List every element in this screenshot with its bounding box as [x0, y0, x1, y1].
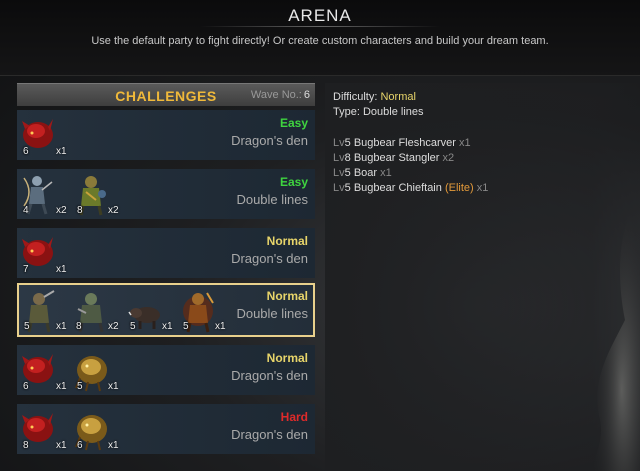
unit-count: x2	[56, 205, 67, 216]
type-key: Type:	[333, 106, 360, 118]
unit-count: x1	[162, 321, 173, 332]
unit-level: 5	[130, 321, 136, 332]
unit-level: 6	[23, 146, 29, 157]
enemy-list: Lv5 Bugbear Fleshcarver x1 Lv8 Bugbear S…	[333, 136, 488, 196]
challenge-info: Difficulty: Normal Type: Double lines	[333, 90, 424, 120]
challenge-row[interactable]: 4 x2 8 x2 Easy Double lines	[17, 169, 315, 219]
unit-level: 6	[23, 381, 29, 392]
challenge-row-selected[interactable]: 5 x1 8 x2 5 x1 5 x1 Normal Double lines	[17, 283, 315, 337]
mode-label: Dragon's den	[231, 133, 308, 148]
unit-level: 5	[183, 321, 189, 332]
enemy-entry: Lv5 Bugbear Fleshcarver x1	[333, 136, 488, 151]
difficulty-label: Easy	[279, 175, 308, 189]
page-title: ARENA	[288, 6, 352, 25]
mode-label: Dragon's den	[231, 251, 308, 266]
wave-label: Wave No.:	[250, 89, 302, 101]
difficulty-label: Normal	[266, 351, 308, 365]
difficulty-label: Normal	[266, 234, 308, 248]
mode-label: Dragon's den	[231, 368, 308, 383]
unit-count: x1	[56, 440, 67, 451]
challenge-row[interactable]: 6 x1 5 x1 Normal Dragon's den	[17, 345, 315, 395]
unit-count: x1	[56, 146, 67, 157]
enemy-lv-prefix: Lv	[333, 167, 345, 179]
enemy-name: Bugbear Chieftain	[353, 182, 442, 194]
challenge-details-panel: Difficulty: Normal Type: Double lines Lv…	[325, 83, 640, 471]
enemy-lv-prefix: Lv	[333, 152, 345, 164]
difficulty-value: Normal	[380, 91, 416, 103]
enemy-lv-prefix: Lv	[333, 182, 345, 194]
unit-count: x1	[108, 381, 119, 392]
enemy-level: 5	[344, 137, 351, 149]
unit-level: 8	[77, 205, 83, 216]
difficulty-label: Normal	[266, 289, 308, 303]
unit-count: x2	[108, 205, 119, 216]
difficulty-label: Easy	[279, 116, 308, 130]
difficulty-label: Hard	[280, 410, 308, 424]
enemy-entry: Lv5 Boar x1	[333, 166, 488, 181]
unit-level: 5	[77, 381, 83, 392]
unit-level: 5	[24, 321, 30, 332]
wave-number: 6	[303, 89, 310, 101]
unit-count: x1	[56, 321, 67, 332]
mode-label: Dragon's den	[231, 427, 308, 442]
enemy-count: x1	[476, 182, 489, 194]
enemy-name: Bugbear Fleshcarver	[353, 137, 456, 149]
challenge-row[interactable]: 6 x1 Easy Dragon's den	[17, 110, 315, 160]
unit-level: 8	[76, 321, 82, 332]
enemy-level: 8	[344, 152, 351, 164]
difficulty-key: Difficulty:	[333, 91, 378, 103]
enemy-level: 5	[344, 182, 351, 194]
enemy-lv-prefix: Lv	[333, 137, 345, 149]
enemy-name: Bugbear Stangler	[353, 152, 440, 164]
top-bar: ARENA Use the default party to fight dir…	[0, 0, 640, 76]
challenges-panel: CHALLENGES Wave No.: 6 6 x1 Easy Dragon's…	[17, 83, 315, 471]
enemy-count: x1	[380, 167, 392, 179]
unit-level: 8	[23, 440, 29, 451]
challenge-row[interactable]: 8 x1 6 x1 Hard Dragon's den	[17, 404, 315, 454]
wave-indicator: Wave No.: 6	[251, 89, 310, 101]
unit-count: x1	[215, 321, 226, 332]
challenges-header: CHALLENGES Wave No.: 6	[17, 83, 315, 106]
title-divider	[200, 26, 440, 27]
elite-tag: (Elite)	[444, 182, 474, 194]
challenge-row[interactable]: 7 x1 Normal Dragon's den	[17, 228, 315, 278]
enemy-count: x1	[458, 137, 471, 149]
enemy-entry: Lv5 Bugbear Chieftain (Elite) x1	[333, 181, 488, 196]
enemy-count: x2	[442, 152, 455, 164]
unit-level: 7	[23, 264, 29, 275]
unit-level: 6	[77, 440, 83, 451]
difficulty-line: Difficulty: Normal	[333, 90, 424, 105]
enemy-level: 5	[344, 167, 351, 179]
page-subtitle: Use the default party to fight directly!…	[91, 35, 549, 47]
unit-count: x1	[56, 381, 67, 392]
type-value: Double lines	[362, 106, 424, 118]
type-line: Type: Double lines	[333, 105, 424, 120]
unit-count: x1	[56, 264, 67, 275]
unit-count: x1	[108, 440, 119, 451]
enemy-entry: Lv8 Bugbear Stangler x2	[333, 151, 488, 166]
unit-level: 4	[23, 205, 29, 216]
enemy-name: Boar	[353, 167, 378, 179]
mode-label: Double lines	[236, 192, 308, 207]
unit-count: x2	[108, 321, 119, 332]
mode-label: Double lines	[236, 306, 308, 321]
